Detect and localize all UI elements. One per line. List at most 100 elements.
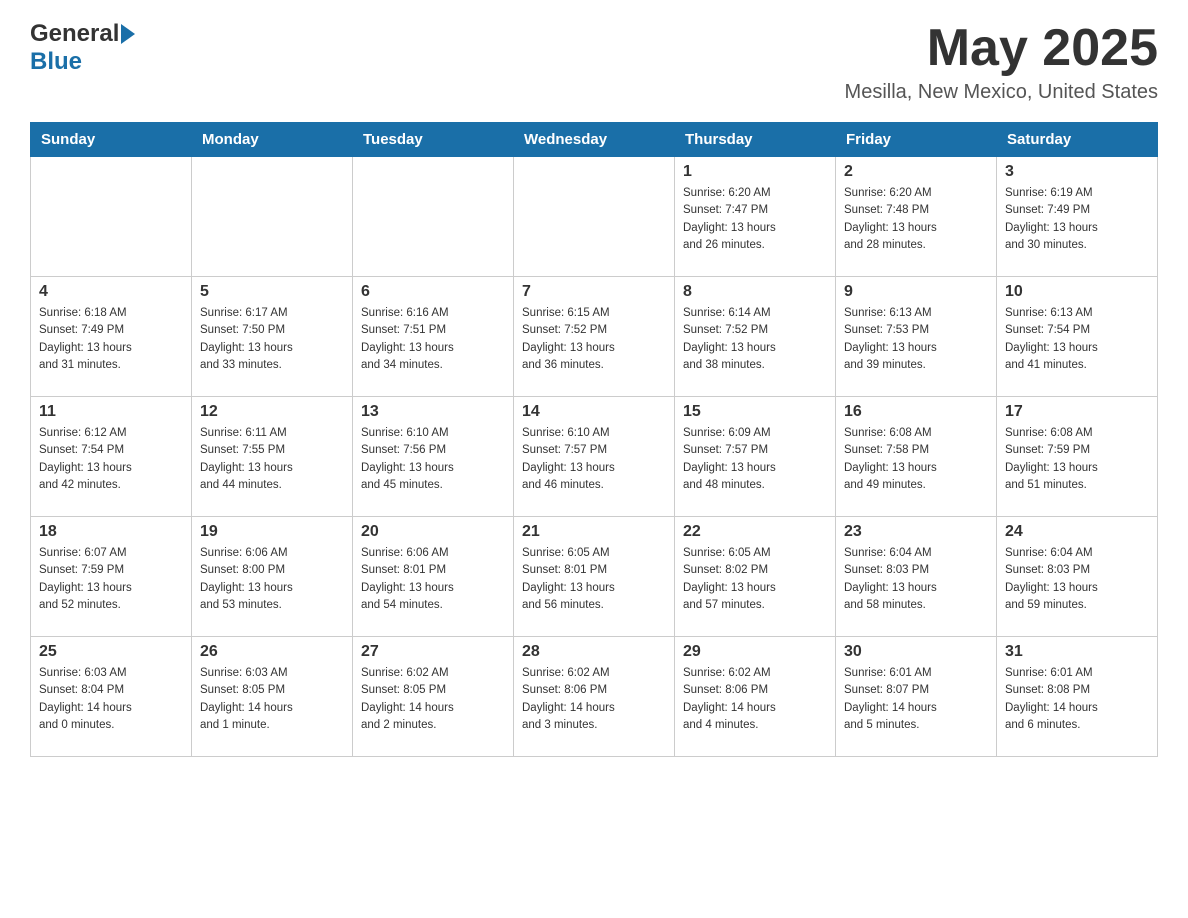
day-number: 14	[522, 403, 666, 421]
calendar-week-row: 4 Sunrise: 6:18 AM Sunset: 7:49 PM Daylig…	[31, 277, 1158, 397]
day-number: 23	[844, 523, 988, 541]
month-title: May 2025	[845, 20, 1158, 77]
day-number: 12	[200, 403, 344, 421]
day-info: Sunrise: 6:12 AM Sunset: 7:54 PM Dayligh…	[39, 425, 183, 494]
calendar-week-row: 18 Sunrise: 6:07 AM Sunset: 7:59 PM Dayli…	[31, 517, 1158, 637]
day-number: 4	[39, 283, 183, 301]
calendar-cell: 24Sunrise: 6:04 AM Sunset: 8:03 PM Dayli…	[997, 517, 1158, 637]
day-of-week-header: Sunday	[31, 123, 192, 157]
day-number: 6	[361, 283, 505, 301]
day-info: Sunrise: 6:04 AM Sunset: 8:03 PM Dayligh…	[1005, 545, 1149, 614]
day-info: Sunrise: 6:06 AM Sunset: 8:01 PM Dayligh…	[361, 545, 505, 614]
day-of-week-header: Friday	[836, 123, 997, 157]
day-info: Sunrise: 6:02 AM Sunset: 8:05 PM Dayligh…	[361, 665, 505, 734]
day-number: 29	[683, 643, 827, 661]
day-info: Sunrise: 6:19 AM Sunset: 7:49 PM Dayligh…	[1005, 185, 1149, 254]
calendar-week-row: 25 Sunrise: 6:03 AM Sunset: 8:04 PM Dayli…	[31, 637, 1158, 757]
day-info: Sunrise: 6:02 AM Sunset: 8:06 PM Dayligh…	[522, 665, 666, 734]
day-number: 31	[1005, 643, 1149, 661]
day-number: 20	[361, 523, 505, 541]
day-info: Sunrise: 6:18 AM Sunset: 7:49 PM Dayligh…	[39, 305, 183, 374]
day-info: Sunrise: 6:02 AM Sunset: 8:06 PM Dayligh…	[683, 665, 827, 734]
day-number: 17	[1005, 403, 1149, 421]
logo: General Blue	[30, 20, 135, 76]
calendar-cell: 17Sunrise: 6:08 AM Sunset: 7:59 PM Dayli…	[997, 397, 1158, 517]
day-number: 7	[522, 283, 666, 301]
calendar-cell: 27Sunrise: 6:02 AM Sunset: 8:05 PM Dayli…	[353, 637, 514, 757]
day-number: 22	[683, 523, 827, 541]
day-number: 25	[39, 643, 183, 661]
day-info: Sunrise: 6:10 AM Sunset: 7:57 PM Dayligh…	[522, 425, 666, 494]
day-info: Sunrise: 6:06 AM Sunset: 8:00 PM Dayligh…	[200, 545, 344, 614]
calendar-header-row: SundayMondayTuesdayWednesdayThursdayFrid…	[31, 123, 1158, 157]
calendar-cell: 31 Sunrise: 6:01 AM Sunset: 8:08 PM Dayli…	[997, 637, 1158, 757]
day-info: Sunrise: 6:01 AM Sunset: 8:08 PM Dayligh…	[1005, 665, 1149, 734]
day-of-week-header: Wednesday	[514, 123, 675, 157]
calendar-week-row: 11Sunrise: 6:12 AM Sunset: 7:54 PM Dayli…	[31, 397, 1158, 517]
day-of-week-header: Tuesday	[353, 123, 514, 157]
calendar-cell: 21 Sunrise: 6:05 AM Sunset: 8:01 PM Dayli…	[514, 517, 675, 637]
day-info: Sunrise: 6:08 AM Sunset: 7:58 PM Dayligh…	[844, 425, 988, 494]
day-number: 1	[683, 163, 827, 181]
calendar-cell: 13 Sunrise: 6:10 AM Sunset: 7:56 PM Dayli…	[353, 397, 514, 517]
calendar-table: SundayMondayTuesdayWednesdayThursdayFrid…	[30, 122, 1158, 757]
calendar-cell: 23 Sunrise: 6:04 AM Sunset: 8:03 PM Dayli…	[836, 517, 997, 637]
day-number: 8	[683, 283, 827, 301]
day-number: 3	[1005, 163, 1149, 181]
calendar-cell: 16 Sunrise: 6:08 AM Sunset: 7:58 PM Dayli…	[836, 397, 997, 517]
calendar-cell: 9 Sunrise: 6:13 AM Sunset: 7:53 PM Daylig…	[836, 277, 997, 397]
day-info: Sunrise: 6:20 AM Sunset: 7:47 PM Dayligh…	[683, 185, 827, 254]
day-number: 10	[1005, 283, 1149, 301]
day-number: 18	[39, 523, 183, 541]
logo-blue: Blue	[30, 48, 82, 76]
day-number: 13	[361, 403, 505, 421]
day-of-week-header: Thursday	[675, 123, 836, 157]
calendar-cell: 10 Sunrise: 6:13 AM Sunset: 7:54 PM Dayli…	[997, 277, 1158, 397]
calendar-cell: 3 Sunrise: 6:19 AM Sunset: 7:49 PM Daylig…	[997, 157, 1158, 277]
calendar-cell: 4 Sunrise: 6:18 AM Sunset: 7:49 PM Daylig…	[31, 277, 192, 397]
day-info: Sunrise: 6:01 AM Sunset: 8:07 PM Dayligh…	[844, 665, 988, 734]
day-info: Sunrise: 6:14 AM Sunset: 7:52 PM Dayligh…	[683, 305, 827, 374]
title-section: May 2025 Mesilla, New Mexico, United Sta…	[845, 20, 1158, 104]
calendar-cell: 26Sunrise: 6:03 AM Sunset: 8:05 PM Dayli…	[192, 637, 353, 757]
calendar-week-row: 1 Sunrise: 6:20 AM Sunset: 7:47 PM Daylig…	[31, 157, 1158, 277]
day-info: Sunrise: 6:07 AM Sunset: 7:59 PM Dayligh…	[39, 545, 183, 614]
calendar-cell	[514, 157, 675, 277]
calendar-cell: 15Sunrise: 6:09 AM Sunset: 7:57 PM Dayli…	[675, 397, 836, 517]
calendar-cell: 6 Sunrise: 6:16 AM Sunset: 7:51 PM Daylig…	[353, 277, 514, 397]
day-info: Sunrise: 6:03 AM Sunset: 8:04 PM Dayligh…	[39, 665, 183, 734]
day-info: Sunrise: 6:13 AM Sunset: 7:53 PM Dayligh…	[844, 305, 988, 374]
calendar-cell: 2Sunrise: 6:20 AM Sunset: 7:48 PM Daylig…	[836, 157, 997, 277]
calendar-cell: 5 Sunrise: 6:17 AM Sunset: 7:50 PM Daylig…	[192, 277, 353, 397]
day-info: Sunrise: 6:10 AM Sunset: 7:56 PM Dayligh…	[361, 425, 505, 494]
day-number: 19	[200, 523, 344, 541]
day-info: Sunrise: 6:16 AM Sunset: 7:51 PM Dayligh…	[361, 305, 505, 374]
calendar-cell: 7Sunrise: 6:15 AM Sunset: 7:52 PM Daylig…	[514, 277, 675, 397]
day-number: 2	[844, 163, 988, 181]
calendar-cell: 8 Sunrise: 6:14 AM Sunset: 7:52 PM Daylig…	[675, 277, 836, 397]
calendar-cell: 11Sunrise: 6:12 AM Sunset: 7:54 PM Dayli…	[31, 397, 192, 517]
calendar-cell: 29 Sunrise: 6:02 AM Sunset: 8:06 PM Dayli…	[675, 637, 836, 757]
day-number: 21	[522, 523, 666, 541]
day-info: Sunrise: 6:05 AM Sunset: 8:02 PM Dayligh…	[683, 545, 827, 614]
logo-arrow-icon	[121, 24, 135, 44]
day-of-week-header: Saturday	[997, 123, 1158, 157]
day-info: Sunrise: 6:04 AM Sunset: 8:03 PM Dayligh…	[844, 545, 988, 614]
calendar-cell: 12Sunrise: 6:11 AM Sunset: 7:55 PM Dayli…	[192, 397, 353, 517]
day-info: Sunrise: 6:17 AM Sunset: 7:50 PM Dayligh…	[200, 305, 344, 374]
day-number: 15	[683, 403, 827, 421]
calendar-cell: 19 Sunrise: 6:06 AM Sunset: 8:00 PM Dayli…	[192, 517, 353, 637]
calendar-cell: 20 Sunrise: 6:06 AM Sunset: 8:01 PM Dayli…	[353, 517, 514, 637]
day-info: Sunrise: 6:05 AM Sunset: 8:01 PM Dayligh…	[522, 545, 666, 614]
calendar-cell: 28 Sunrise: 6:02 AM Sunset: 8:06 PM Dayli…	[514, 637, 675, 757]
day-of-week-header: Monday	[192, 123, 353, 157]
day-number: 9	[844, 283, 988, 301]
page-header: General Blue May 2025 Mesilla, New Mexic…	[30, 20, 1158, 104]
calendar-cell	[31, 157, 192, 277]
calendar-cell: 14 Sunrise: 6:10 AM Sunset: 7:57 PM Dayli…	[514, 397, 675, 517]
day-number: 5	[200, 283, 344, 301]
day-number: 28	[522, 643, 666, 661]
day-number: 16	[844, 403, 988, 421]
day-info: Sunrise: 6:13 AM Sunset: 7:54 PM Dayligh…	[1005, 305, 1149, 374]
calendar-cell: 1 Sunrise: 6:20 AM Sunset: 7:47 PM Daylig…	[675, 157, 836, 277]
